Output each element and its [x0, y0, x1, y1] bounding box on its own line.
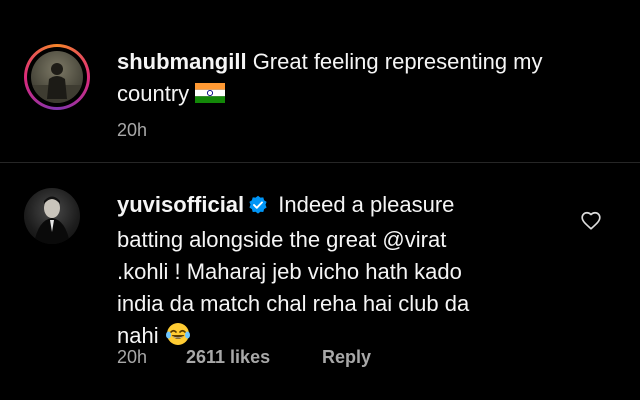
comment-text-line5: nahi: [117, 323, 159, 348]
divider: [0, 162, 640, 163]
post-caption: shubmangill Great feeling representing m…: [0, 0, 640, 162]
comment-text: yuvisofficial Indeed a pleasure batting …: [117, 189, 547, 356]
caption-text-line1: Great feeling representing my: [252, 49, 543, 74]
comment-likes-count[interactable]: 2611 likes: [186, 347, 270, 367]
comment-text-line4: india da match chal reha hai club da: [117, 291, 470, 316]
india-flag-icon: [195, 80, 226, 112]
caption-text-line2: country: [117, 81, 190, 106]
verified-badge-icon: [248, 192, 268, 224]
caption-timestamp: 20h: [117, 120, 148, 140]
caption-meta: 20h: [117, 120, 147, 141]
avatar-photo: [31, 51, 83, 103]
avatar-shubmangill[interactable]: [24, 44, 90, 110]
reply-button[interactable]: Reply: [322, 347, 371, 367]
comment-text-line3: .kohli ! Maharaj jeb vicho hath kado: [117, 259, 462, 284]
person-silhouette-icon: [34, 196, 70, 244]
person-silhouette-icon: [31, 63, 83, 103]
heart-icon[interactable]: [580, 210, 602, 232]
comment-username[interactable]: yuvisofficial: [117, 192, 244, 217]
comment-reply-wrap: Reply: [322, 347, 371, 368]
comment-text-line2: batting alongside the great @virat: [117, 227, 447, 252]
caption-username[interactable]: shubmangill: [117, 49, 247, 74]
comment-meta: 20h: [117, 347, 147, 368]
comment-timestamp: 20h: [117, 347, 148, 367]
avatar-yuvisofficial[interactable]: [24, 188, 80, 244]
comment-text-line1: Indeed a pleasure: [278, 192, 455, 217]
caption-text: shubmangill Great feeling representing m…: [117, 46, 617, 112]
comment-likes-wrap: 2611 likes: [186, 347, 270, 368]
